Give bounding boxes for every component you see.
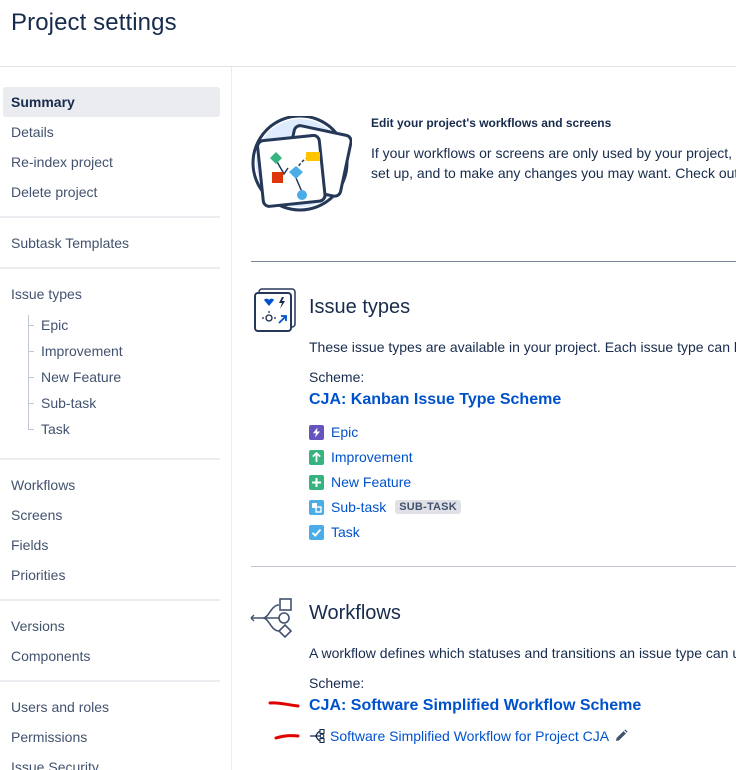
workflows-description: A workflow defines which statuses and tr… [309, 645, 736, 661]
sidebar-item-summary[interactable]: Summary [3, 87, 220, 117]
workflows-section-icon [250, 598, 293, 639]
tree-branch [28, 377, 34, 378]
sidebar-item-components[interactable]: Components [3, 641, 220, 671]
sidebar-divider [0, 216, 220, 218]
sidebar-subitem-epic[interactable]: Epic [41, 313, 68, 337]
sidebar-item-versions[interactable]: Versions [3, 611, 220, 641]
page-title: Project settings [11, 9, 177, 36]
intro-line: If your workflows or screens are only us… [371, 145, 736, 161]
workflow-link[interactable]: Software Simplified Workflow for Project… [330, 728, 609, 744]
issue-types-heading: Issue types [309, 296, 411, 318]
workflows-heading: Workflows [309, 602, 401, 624]
issue-type-row[interactable]: Task [309, 522, 360, 542]
epic-icon [309, 424, 324, 440]
issue-type-row[interactable]: Improvement [309, 447, 413, 467]
intro-description: If your workflows or screens are only us… [371, 143, 736, 183]
tree-branch [28, 403, 34, 404]
sidebar-divider [0, 267, 220, 269]
sidebar-subitem-improvement[interactable]: Improvement [41, 339, 123, 363]
sidebar-item-details[interactable]: Details [3, 117, 220, 147]
sidebar-divider [0, 599, 220, 601]
issue-type-label[interactable]: Improvement [331, 449, 413, 465]
sidebar-item-issue-types[interactable]: Issue types [3, 279, 220, 309]
annotation-mark [268, 701, 300, 708]
sidebar-item-priorities[interactable]: Priorities [3, 560, 220, 590]
tree-branch [28, 429, 34, 430]
sidebar-subitem-new-feature[interactable]: New Feature [41, 365, 121, 389]
sidebar-item-screens[interactable]: Screens [3, 500, 220, 530]
new-feature-icon [309, 474, 324, 490]
sidebar-item-users-and-roles[interactable]: Users and roles [3, 692, 220, 722]
annotation-mark [274, 734, 300, 740]
workflow-illustration-icon [251, 116, 352, 212]
sidebar-item-issue-security[interactable]: Issue Security [3, 752, 220, 770]
subtask-icon [309, 499, 324, 515]
sidebar-item-fields[interactable]: Fields [3, 530, 220, 560]
issue-type-row[interactable]: Sub-task SUB-TASK [309, 497, 461, 517]
workflow-icon [310, 729, 325, 743]
issue-type-row[interactable]: New Feature [309, 472, 411, 492]
workflow-row[interactable]: Software Simplified Workflow for Project… [309, 728, 628, 744]
section-divider [251, 566, 736, 567]
section-divider [251, 261, 736, 262]
issue-type-label[interactable]: Task [331, 524, 360, 540]
issue-type-row[interactable]: Epic [309, 422, 358, 442]
improvement-icon [309, 449, 324, 465]
pencil-icon[interactable] [614, 729, 628, 743]
intro-title: Edit your project's workflows and screen… [371, 116, 612, 130]
sidebar-item-subtask-templates[interactable]: Subtask Templates [3, 228, 220, 258]
tree-branch [28, 351, 34, 352]
sidebar-item-reindex-project[interactable]: Re-index project [3, 147, 220, 177]
sidebar-subitem-sub-task[interactable]: Sub-task [41, 391, 96, 415]
tree-branch [28, 325, 34, 326]
issue-type-label[interactable]: Sub-task [331, 499, 386, 515]
sidebar-divider [0, 458, 220, 460]
subtask-lozenge: SUB-TASK [395, 500, 461, 514]
sidebar-item-workflows[interactable]: Workflows [3, 470, 220, 500]
sidebar-divider [0, 680, 220, 682]
sidebar-item-delete-project[interactable]: Delete project [3, 177, 220, 207]
issue-type-label[interactable]: New Feature [331, 474, 411, 490]
workflow-scheme-label: Scheme: [309, 675, 365, 691]
issue-type-scheme-link[interactable]: CJA: Kanban Issue Type Scheme [309, 391, 561, 409]
intro-line: set up, and to make any changes you may … [371, 165, 736, 181]
issue-type-label[interactable]: Epic [331, 424, 358, 440]
sidebar-subitem-task[interactable]: Task [41, 417, 70, 441]
issue-types-section-icon [254, 288, 296, 332]
tree-guide-line [28, 315, 29, 429]
task-icon [309, 524, 324, 540]
sidebar-item-permissions[interactable]: Permissions [3, 722, 220, 752]
workflow-scheme-link[interactable]: CJA: Software Simplified Workflow Scheme [309, 697, 641, 715]
issue-types-scheme-label: Scheme: [309, 369, 365, 385]
sidebar-nav: Summary Details Re-index project Delete … [0, 67, 231, 770]
main-content: Edit your project's workflows and screen… [232, 67, 736, 770]
issue-types-description: These issue types are available in your … [309, 339, 736, 355]
